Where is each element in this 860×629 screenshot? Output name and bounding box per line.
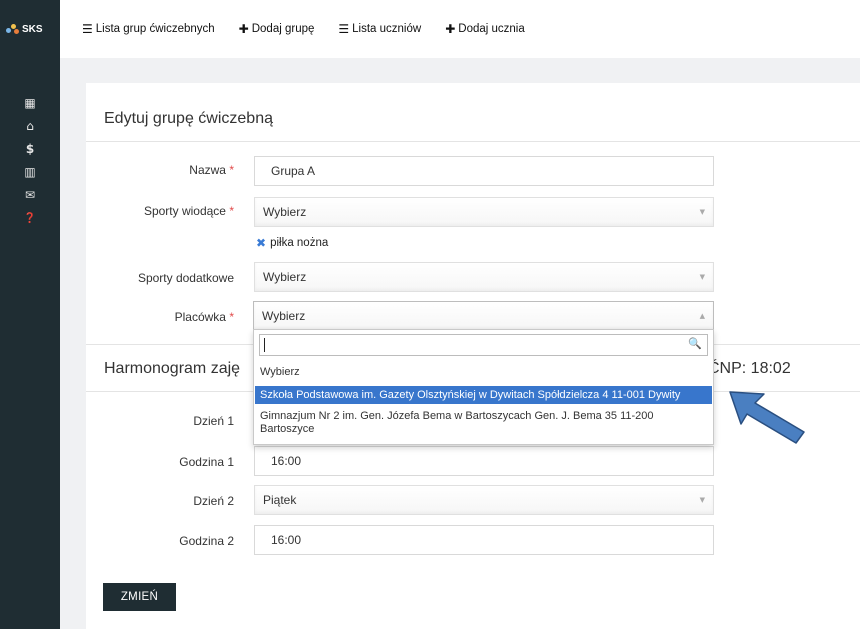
extra-sports-select[interactable]: Wybierz ▼ bbox=[254, 262, 714, 292]
app-logo[interactable]: SKS bbox=[6, 23, 43, 35]
extra-sports-label: Sporty dodatkowe bbox=[137, 271, 234, 285]
facility-dropdown: 🔍 Wybierz Szkoła Podstawowa im. Gazety O… bbox=[253, 329, 714, 445]
dropdown-option[interactable]: Gimnazjum Nr 2 im. Gen. Józefa Bema w Ba… bbox=[255, 410, 712, 436]
list-icon: ☰ bbox=[338, 22, 350, 36]
home-icon[interactable]: ⌂ bbox=[0, 115, 60, 138]
hour2-input[interactable]: 16:00 bbox=[254, 525, 714, 555]
schedule-time-info: ĆNP: 18:02 bbox=[708, 360, 791, 377]
nav-add-student[interactable]: ✚ Dodaj ucznia bbox=[445, 22, 525, 36]
logo-icon bbox=[6, 23, 20, 35]
schedule-title: Harmonogram zaję bbox=[104, 360, 241, 377]
main-sports-select[interactable]: Wybierz ▼ bbox=[254, 197, 714, 227]
hour1-label: Godzina 1 bbox=[179, 455, 234, 469]
logo-text: SKS bbox=[22, 23, 43, 35]
dropdown-option-highlighted[interactable]: Szkoła Podstawowa im. Gazety Olsztyńskie… bbox=[255, 386, 712, 404]
divider bbox=[86, 141, 860, 142]
nav-label: Dodaj grupę bbox=[251, 23, 315, 35]
nav-add-group[interactable]: ✚ Dodaj grupę bbox=[239, 22, 315, 36]
top-navigation: ☰ Lista grup ćwiczebnych ✚ Dodaj grupę ☰… bbox=[60, 0, 860, 58]
nav-student-list[interactable]: ☰ Lista uczniów bbox=[338, 22, 421, 36]
main-sports-label: Sporty wiodące * bbox=[143, 204, 234, 218]
submit-button[interactable]: ZMIEŃ bbox=[103, 583, 176, 611]
plus-icon: ✚ bbox=[445, 22, 456, 36]
list-icon: ☰ bbox=[82, 22, 93, 36]
dropdown-search-input[interactable]: 🔍 bbox=[259, 334, 708, 356]
name-label: Nazwa * bbox=[189, 163, 234, 177]
page-title: Edytuj grupę ćwiczebną bbox=[104, 110, 273, 127]
plus-icon: ✚ bbox=[238, 22, 249, 36]
search-icon: 🔍 bbox=[688, 337, 702, 350]
chevron-down-icon: ▼ bbox=[699, 208, 705, 216]
selected-sport-tag: ✖ piłka nożna bbox=[256, 236, 329, 250]
chevron-down-icon: ▼ bbox=[699, 273, 705, 281]
dollar-icon[interactable]: $ bbox=[0, 138, 60, 161]
facility-label: Placówka * bbox=[174, 310, 234, 324]
book-icon[interactable]: ▥ bbox=[0, 161, 60, 184]
pointer-arrow-icon bbox=[729, 391, 805, 444]
dropdown-option[interactable]: Wybierz bbox=[255, 366, 712, 379]
facility-select[interactable]: Wybierz ▲ bbox=[253, 301, 714, 331]
chevron-down-icon: ▼ bbox=[699, 496, 705, 504]
envelope-icon[interactable]: ✉ bbox=[0, 184, 60, 207]
hour1-input[interactable]: 16:00 bbox=[254, 446, 714, 476]
sidebar: SKS ▦ ⌂ $ ▥ ✉ ❓ bbox=[0, 0, 60, 629]
nav-label: Dodaj ucznia bbox=[458, 23, 525, 35]
day1-label: Dzień 1 bbox=[193, 414, 234, 428]
calendar-icon[interactable]: ▦ bbox=[0, 92, 60, 115]
question-icon[interactable]: ❓ bbox=[0, 207, 60, 230]
chevron-up-icon: ▲ bbox=[699, 312, 705, 320]
remove-icon[interactable]: ✖ bbox=[256, 236, 266, 250]
nav-label: Lista grup ćwiczebnych bbox=[95, 23, 215, 35]
day2-label: Dzień 2 bbox=[193, 494, 234, 508]
day2-select[interactable]: Piątek ▼ bbox=[254, 485, 714, 515]
name-input[interactable]: Grupa A bbox=[254, 156, 714, 186]
nav-group-list[interactable]: ☰ Lista grup ćwiczebnych bbox=[82, 22, 215, 36]
nav-label: Lista uczniów bbox=[352, 23, 422, 35]
hour2-label: Godzina 2 bbox=[179, 534, 234, 548]
